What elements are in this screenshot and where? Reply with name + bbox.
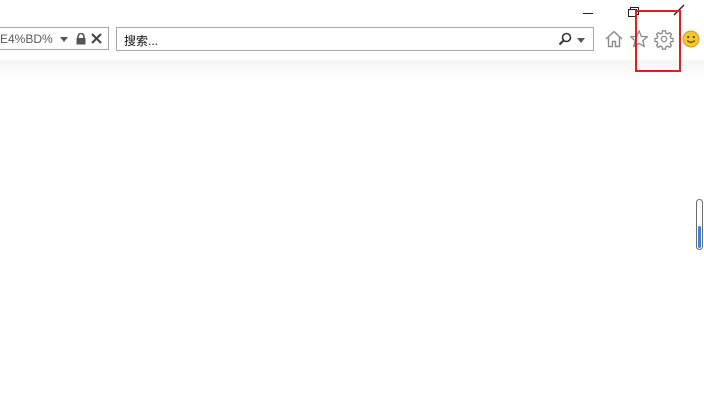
address-url-text[interactable]: E4%BD%: [0, 32, 53, 46]
window-title-bar: [0, 0, 704, 22]
search-icon[interactable]: [558, 32, 572, 46]
search-input[interactable]: 搜索...: [124, 32, 158, 49]
toolbar-shadow: [0, 60, 704, 78]
address-bar[interactable]: E4%BD%: [0, 27, 109, 50]
search-provider-dropdown-icon[interactable]: [577, 38, 585, 43]
scroll-indicator-fill: [698, 226, 701, 248]
stop-icon[interactable]: [91, 33, 102, 44]
scroll-indicator[interactable]: [696, 199, 703, 250]
highlight-annotation-box: [635, 10, 681, 72]
address-dropdown-icon[interactable]: [60, 37, 68, 42]
minimize-button[interactable]: [580, 4, 596, 18]
search-box[interactable]: 搜索...: [116, 27, 594, 51]
home-icon[interactable]: [603, 28, 625, 50]
lock-icon[interactable]: [75, 33, 87, 45]
smiley-icon[interactable]: [680, 28, 702, 50]
